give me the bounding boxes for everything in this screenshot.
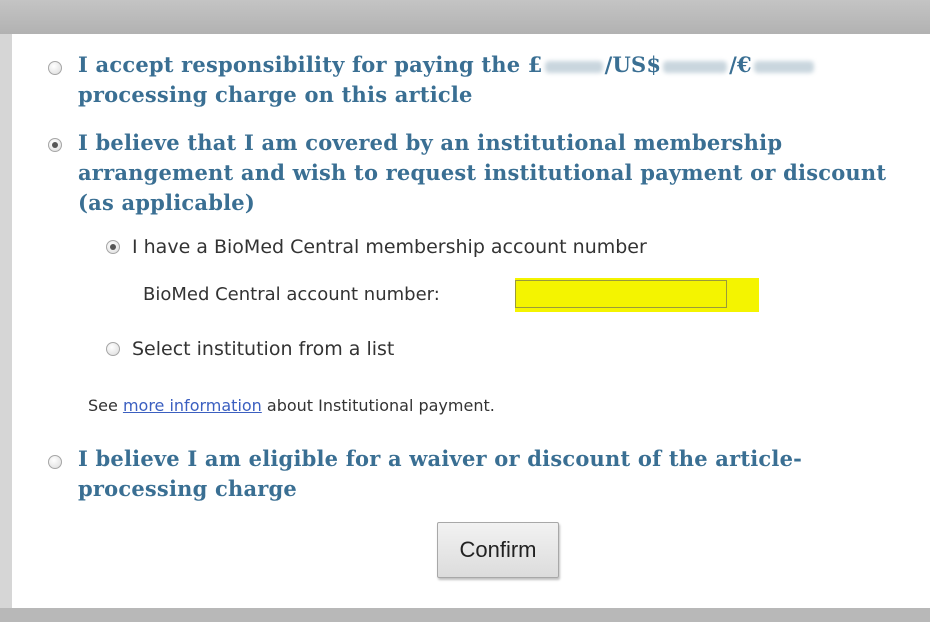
waiver-line2: processing charge bbox=[78, 476, 297, 501]
membership-account-radio[interactable] bbox=[106, 240, 120, 254]
select-institution-radio[interactable] bbox=[106, 342, 120, 356]
account-number-highlight bbox=[515, 278, 759, 312]
institutional-info-line: See more information about Institutional… bbox=[88, 396, 495, 415]
redacted-gbp-amount bbox=[544, 60, 603, 73]
institutional-line2: arrangement and wish to request institut… bbox=[78, 160, 887, 185]
waiver-line1: I believe I am eligible for a waiver or … bbox=[78, 446, 803, 471]
accept-responsibility-label: I accept responsibility for paying the £… bbox=[78, 50, 816, 80]
info-suffix: about Institutional payment. bbox=[266, 396, 495, 415]
bottom-border bbox=[0, 608, 930, 622]
accept-responsibility-radio[interactable] bbox=[48, 61, 62, 75]
more-information-link[interactable]: more information bbox=[123, 396, 262, 415]
accept-responsibility-line2: processing charge on this article bbox=[78, 82, 473, 107]
accept-text-prefix: I accept responsibility for paying the £ bbox=[78, 52, 543, 77]
institutional-membership-radio[interactable] bbox=[48, 138, 62, 152]
left-border bbox=[0, 34, 12, 608]
institutional-line1: I believe that I am covered by an instit… bbox=[78, 130, 783, 155]
redacted-eur-amount bbox=[753, 60, 814, 73]
screenshot-frame: I accept responsibility for paying the £… bbox=[0, 0, 930, 622]
institutional-line3: (as applicable) bbox=[78, 190, 255, 215]
accept-text-eur: /€ bbox=[729, 52, 752, 77]
confirm-button[interactable]: Confirm bbox=[437, 522, 559, 578]
info-prefix: See bbox=[88, 396, 118, 415]
top-border bbox=[0, 0, 930, 34]
accept-text-usd: /US$ bbox=[604, 52, 662, 77]
redacted-usd-amount bbox=[663, 60, 728, 73]
membership-account-label: I have a BioMed Central membership accou… bbox=[132, 236, 647, 258]
select-institution-label: Select institution from a list bbox=[132, 338, 395, 360]
waiver-radio[interactable] bbox=[48, 455, 62, 469]
account-number-input[interactable] bbox=[515, 280, 727, 308]
account-number-label: BioMed Central account number: bbox=[143, 284, 440, 305]
